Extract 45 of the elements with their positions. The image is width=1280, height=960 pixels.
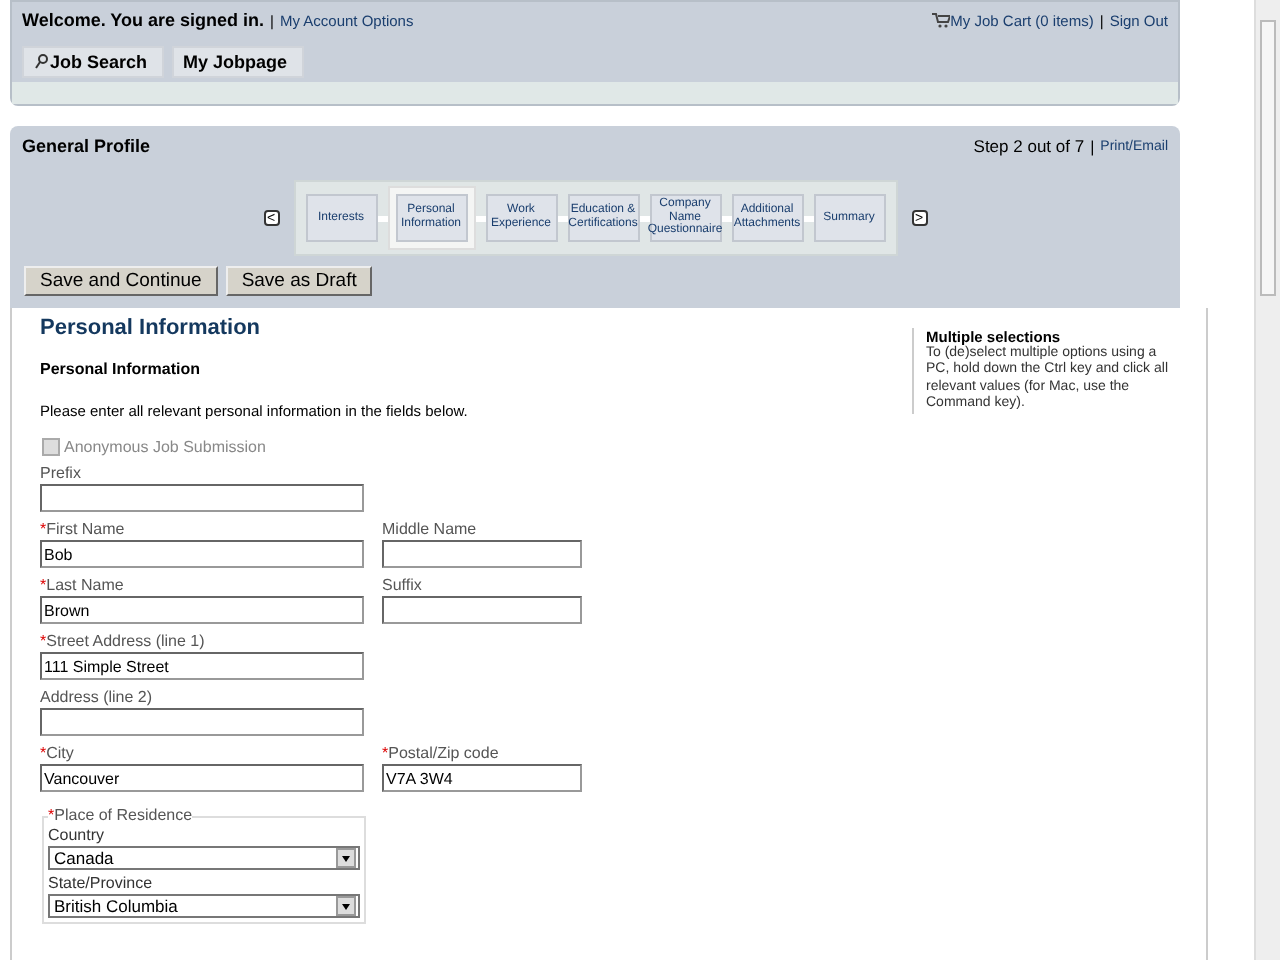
field-label: *City [40, 744, 76, 764]
field-label: *Last Name [40, 576, 126, 596]
field-label: Address (line 2) [40, 688, 155, 708]
text-field[interactable] [40, 708, 364, 736]
section-heading: Personal Information [40, 316, 263, 344]
text-field[interactable]: Vancouver [40, 764, 364, 792]
field-label: Prefix [40, 464, 83, 484]
checkbox-label: Anonymous Job Submission [64, 438, 266, 456]
action-button[interactable]: Save as Draft [225, 266, 373, 296]
welcome-text: Welcome. You are signed in. [22, 10, 265, 30]
required-mark: * [48, 806, 55, 824]
field-label: *Postal/Zip code [382, 744, 501, 764]
text-field[interactable]: V7A 3W4 [382, 764, 582, 792]
required-mark: * [40, 744, 47, 762]
subheading: Personal Information [40, 360, 203, 378]
search-icon [34, 54, 48, 70]
nav-tab[interactable]: My Jobpage [171, 46, 304, 78]
required-mark: * [40, 576, 47, 594]
group-legend: *Place of Residence [48, 806, 193, 826]
field-label: State/Province [48, 874, 155, 894]
text-field[interactable]: Bob [40, 540, 364, 568]
field-label: *Street Address (line 1) [40, 632, 207, 652]
field-label: *First Name [40, 520, 127, 540]
nav-tab[interactable]: Job Search [22, 46, 164, 78]
cart-icon [932, 12, 951, 28]
text-field[interactable]: Brown [40, 596, 364, 624]
dropdown[interactable]: British Columbia [48, 894, 360, 918]
field-label: Suffix [382, 576, 424, 596]
separator: | [1090, 137, 1095, 155]
text-field[interactable] [382, 540, 582, 568]
scrollbar[interactable] [1254, 0, 1280, 960]
text-field[interactable] [382, 596, 582, 624]
field-label: Middle Name [382, 520, 479, 540]
dropdown[interactable]: Canada [48, 846, 360, 870]
action-button[interactable]: Save and Continue [24, 266, 218, 296]
text-field[interactable] [40, 484, 364, 512]
panel-title: General Profile [22, 136, 153, 156]
text-field[interactable]: 111 Simple Street [40, 652, 364, 680]
dropdown-value: British Columbia [54, 896, 178, 916]
field-label: Country [48, 826, 107, 846]
required-mark: * [382, 744, 389, 762]
required-mark: * [40, 632, 47, 650]
dropdown-value: Canada [54, 848, 114, 868]
required-mark: * [40, 520, 47, 538]
step-indicator: Step 2 out of 7 [973, 136, 1085, 156]
